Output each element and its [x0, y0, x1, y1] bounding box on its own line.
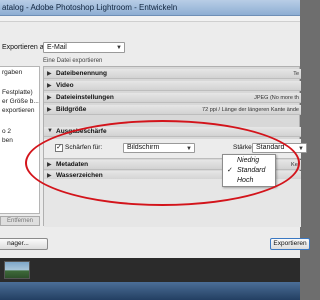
- section-summary: 72 ppi / Länge der längeren Kante ände: [202, 107, 299, 113]
- filmstrip: [0, 258, 300, 282]
- collapse-triangle-icon: ▶: [47, 71, 52, 77]
- section-file-settings[interactable]: ▶ Dateieinstellungen JPEG (No more th: [44, 93, 301, 103]
- preset-list: rgaben Festplatte) er Größe b... exporti…: [0, 66, 40, 214]
- preset-item[interactable]: Festplatte): [2, 89, 33, 96]
- section-image-sizing[interactable]: ▶ Bildgröße 72 ppi / Länge der längeren …: [44, 105, 301, 115]
- section-title: Video: [56, 82, 74, 89]
- export-destination-select[interactable]: E-Mail ▼: [43, 42, 125, 53]
- collapse-triangle-icon: ▶: [47, 95, 52, 101]
- export-destination-value: E-Mail: [47, 44, 67, 51]
- export-dialog: Exportieren auf: E-Mail ▼ Eine Datei exp…: [0, 22, 310, 258]
- preset-item[interactable]: ben: [2, 137, 13, 144]
- window-title: atalog - Adobe Photoshop Lightroom - Ent…: [2, 3, 178, 12]
- section-title: Bildgröße: [56, 106, 87, 113]
- highlight-ellipse-annotation: [25, 120, 300, 206]
- plugin-manager-button[interactable]: nager...: [0, 238, 48, 250]
- preset-item[interactable]: o 2: [2, 128, 11, 135]
- preset-item[interactable]: rgaben: [2, 69, 22, 76]
- expand-triangle-icon: ▼: [47, 128, 53, 134]
- export-button[interactable]: Exportieren: [270, 238, 310, 250]
- preset-item[interactable]: exportieren: [2, 107, 35, 114]
- section-video[interactable]: ▶ Video: [44, 81, 301, 91]
- taskbar: [0, 282, 300, 300]
- collapse-triangle-icon: ▶: [47, 107, 52, 113]
- section-file-naming[interactable]: ▶ Dateibenennung Te: [44, 69, 301, 79]
- remove-preset-button[interactable]: Entfernen: [0, 216, 40, 226]
- export-count-info: Eine Datei exportieren: [43, 58, 103, 64]
- export-destination-row: Exportieren auf: E-Mail ▼: [0, 40, 300, 54]
- section-summary: Te: [293, 71, 299, 77]
- collapse-triangle-icon: ▶: [47, 83, 52, 89]
- section-summary: JPEG (No more th: [254, 95, 299, 101]
- preset-item[interactable]: er Größe b...: [2, 98, 39, 105]
- chevron-down-icon: ▼: [116, 45, 122, 51]
- chevron-down-icon: ▼: [298, 146, 304, 152]
- photo-thumbnail[interactable]: [4, 261, 30, 279]
- title-bar: atalog - Adobe Photoshop Lightroom - Ent…: [0, 0, 300, 16]
- section-title: Dateibenennung: [56, 70, 107, 77]
- section-title: Dateieinstellungen: [56, 94, 114, 101]
